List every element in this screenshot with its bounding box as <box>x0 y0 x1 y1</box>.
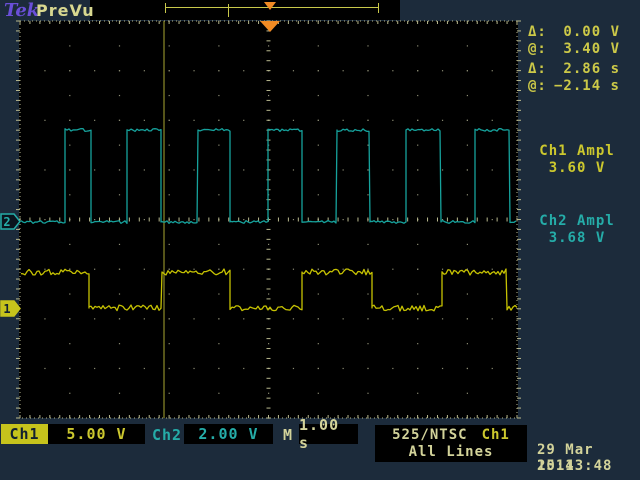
ch2-amplitude-value: 3.68 V <box>516 230 638 247</box>
cursor-at-t-value: −2.14 s <box>554 78 620 94</box>
svg-text:2: 2 <box>3 215 10 229</box>
trigger-source: Ch1 <box>482 427 510 443</box>
oscilloscope-screen: Tek PreVu 2 1 Δ: 0.00 V @: 3.40 V Δ: 2.8… <box>0 0 640 480</box>
ch2-label: Ch2 <box>152 426 182 444</box>
cursor-at-v-label: @: <box>528 41 547 57</box>
timebase-readout: 1.00 s <box>299 424 358 444</box>
timebase-label: M <box>283 426 293 444</box>
cursor-delta-t-value: 2.86 s <box>563 61 620 77</box>
channel-1-marker: 1 <box>0 300 22 317</box>
acquisition-mode-label: PreVu <box>36 1 95 20</box>
ch1-amplitude-title: Ch1 Ampl <box>516 143 638 160</box>
cursor-delta-v-row: Δ: 0.00 V <box>528 24 620 40</box>
cursor-at-v-value: 3.40 V <box>563 41 620 57</box>
trigger-readout: 525/NTSC Ch1 All Lines <box>375 425 527 462</box>
ch1-scale-readout: 5.00 V <box>48 424 145 444</box>
ch2-scale-value: 2.00 V <box>198 425 258 443</box>
ch2-amplitude-title: Ch2 Ampl <box>516 213 638 230</box>
cursor-delta-t-label: Δ: <box>528 61 547 77</box>
cursor-at-t-label: @: <box>528 78 547 94</box>
time-readout: 15:43:48 <box>537 458 612 474</box>
svg-text:1: 1 <box>3 302 10 316</box>
cursor-at-v-row: @: 3.40 V <box>528 41 620 57</box>
record-view-tick <box>228 4 229 17</box>
ch1-badge: Ch1 <box>1 424 48 444</box>
tek-logo: Tek <box>4 0 39 21</box>
trigger-mode: All Lines <box>409 444 494 460</box>
cursor-delta-v-value: 0.00 V <box>563 24 620 40</box>
ch1-scale-value: 5.00 V <box>66 425 126 443</box>
record-view-right-bracket <box>378 3 379 13</box>
cursor-delta-t-row: Δ: 2.86 s <box>528 61 620 77</box>
cursor-delta-v-label: Δ: <box>528 24 547 40</box>
timebase-value: 1.00 s <box>299 416 358 452</box>
trigger-position-icon <box>260 21 280 32</box>
record-view-left-bracket <box>165 3 166 13</box>
ch1-amplitude-value: 3.60 V <box>516 160 638 177</box>
acquisition-bar-background <box>90 0 400 20</box>
channel-2-marker: 2 <box>0 213 22 230</box>
trigger-standard: 525/NTSC <box>392 427 467 443</box>
cursor-at-t-row: @: −2.14 s <box>528 78 620 94</box>
ch2-scale-readout: 2.00 V <box>184 424 273 444</box>
trigger-position-bar-icon <box>264 2 276 10</box>
